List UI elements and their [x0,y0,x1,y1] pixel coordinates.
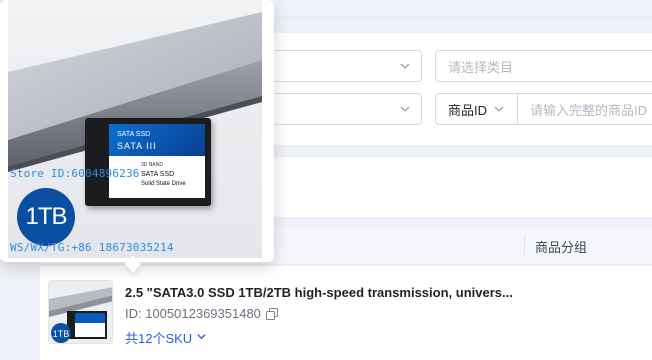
image-preview-popover: SATA SSD SATA III 3D NAND SATA SSD Solid… [0,0,274,262]
product-id-text: ID: 1005012369351480 [125,306,261,321]
watermark-store-id: Store ID:6004896236 [10,167,140,180]
column-divider [524,235,525,255]
product-id-line: ID: 1005012369351480 [125,306,278,321]
category-select[interactable]: 请选择类目 [435,50,652,82]
ssd-label-top: SATA SSD [117,131,151,138]
sku-count: 共12个SKU [125,331,193,346]
svg-text:1TB: 1TB [53,329,70,339]
ssd-label: SATA SSD SATA III 3D NAND SATA SSD Solid… [109,124,205,198]
chevron-down-icon [399,103,411,115]
product-id-placeholder: 请输入完整的商品ID [530,102,648,118]
watermark-contact: WS/WX/TG:+86 18673035214 [10,241,174,254]
category-placeholder: 请选择类目 [448,59,514,75]
copy-icon[interactable] [265,307,278,320]
product-title[interactable]: 2.5 "SATA3.0 SSD 1TB/2TB high-speed tran… [125,285,513,300]
ssd-drive-image: SATA SSD SATA III 3D NAND SATA SSD Solid… [85,118,211,206]
product-thumbnail[interactable]: 1TB [48,280,113,344]
filter-select-2[interactable] [268,93,422,125]
ssd-label-nand: 3D NAND [141,162,163,168]
capacity-badge: 1TB [17,188,75,246]
column-header-group: 商品分组 [535,240,588,255]
id-type-label: 商品ID [448,102,488,118]
ssd-label-desc: Solid State Drive [141,181,186,187]
chevron-down-icon [493,103,505,115]
chevron-down-icon [399,60,411,72]
product-id-input[interactable]: 请输入完整的商品ID [517,93,652,125]
id-type-select[interactable]: 商品ID [435,93,518,125]
table-row: 1TB 2.5 "SATA3.0 SSD 1TB/2TB high-speed … [40,266,652,360]
filter-select-1[interactable] [268,50,422,82]
product-preview-image: SATA SSD SATA III 3D NAND SATA SSD Solid… [8,0,262,258]
ssd-label-model: SATA SSD [141,171,175,178]
sku-toggle[interactable]: 共12个SKU [125,328,207,347]
chevron-down-icon [196,330,207,345]
ssd-label-big: SATA III [117,141,157,151]
